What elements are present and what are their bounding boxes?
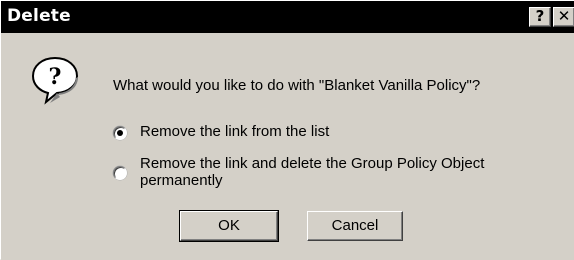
- cancel-button[interactable]: Cancel: [307, 211, 403, 241]
- question-icon: ?: [31, 56, 79, 105]
- dialog-message: What would you like to do with "Blanket …: [113, 77, 481, 94]
- svg-text:?: ?: [49, 64, 62, 90]
- option-label[interactable]: Remove the link and delete the Group Pol…: [140, 155, 540, 189]
- title-bar[interactable]: Delete ? ✕: [1, 1, 574, 33]
- radio-selected-dot: [117, 130, 123, 136]
- close-button[interactable]: ✕: [553, 7, 574, 27]
- help-button[interactable]: ?: [529, 7, 551, 27]
- radio-remove-link[interactable]: [113, 126, 127, 140]
- radio-delete-gpo[interactable]: [113, 166, 127, 180]
- dialog-title: Delete: [7, 6, 71, 26]
- delete-dialog: Delete ? ✕ ? What would you like to do w…: [0, 0, 574, 260]
- option-label[interactable]: Remove the link from the list: [140, 123, 540, 140]
- ok-button[interactable]: OK: [180, 211, 278, 241]
